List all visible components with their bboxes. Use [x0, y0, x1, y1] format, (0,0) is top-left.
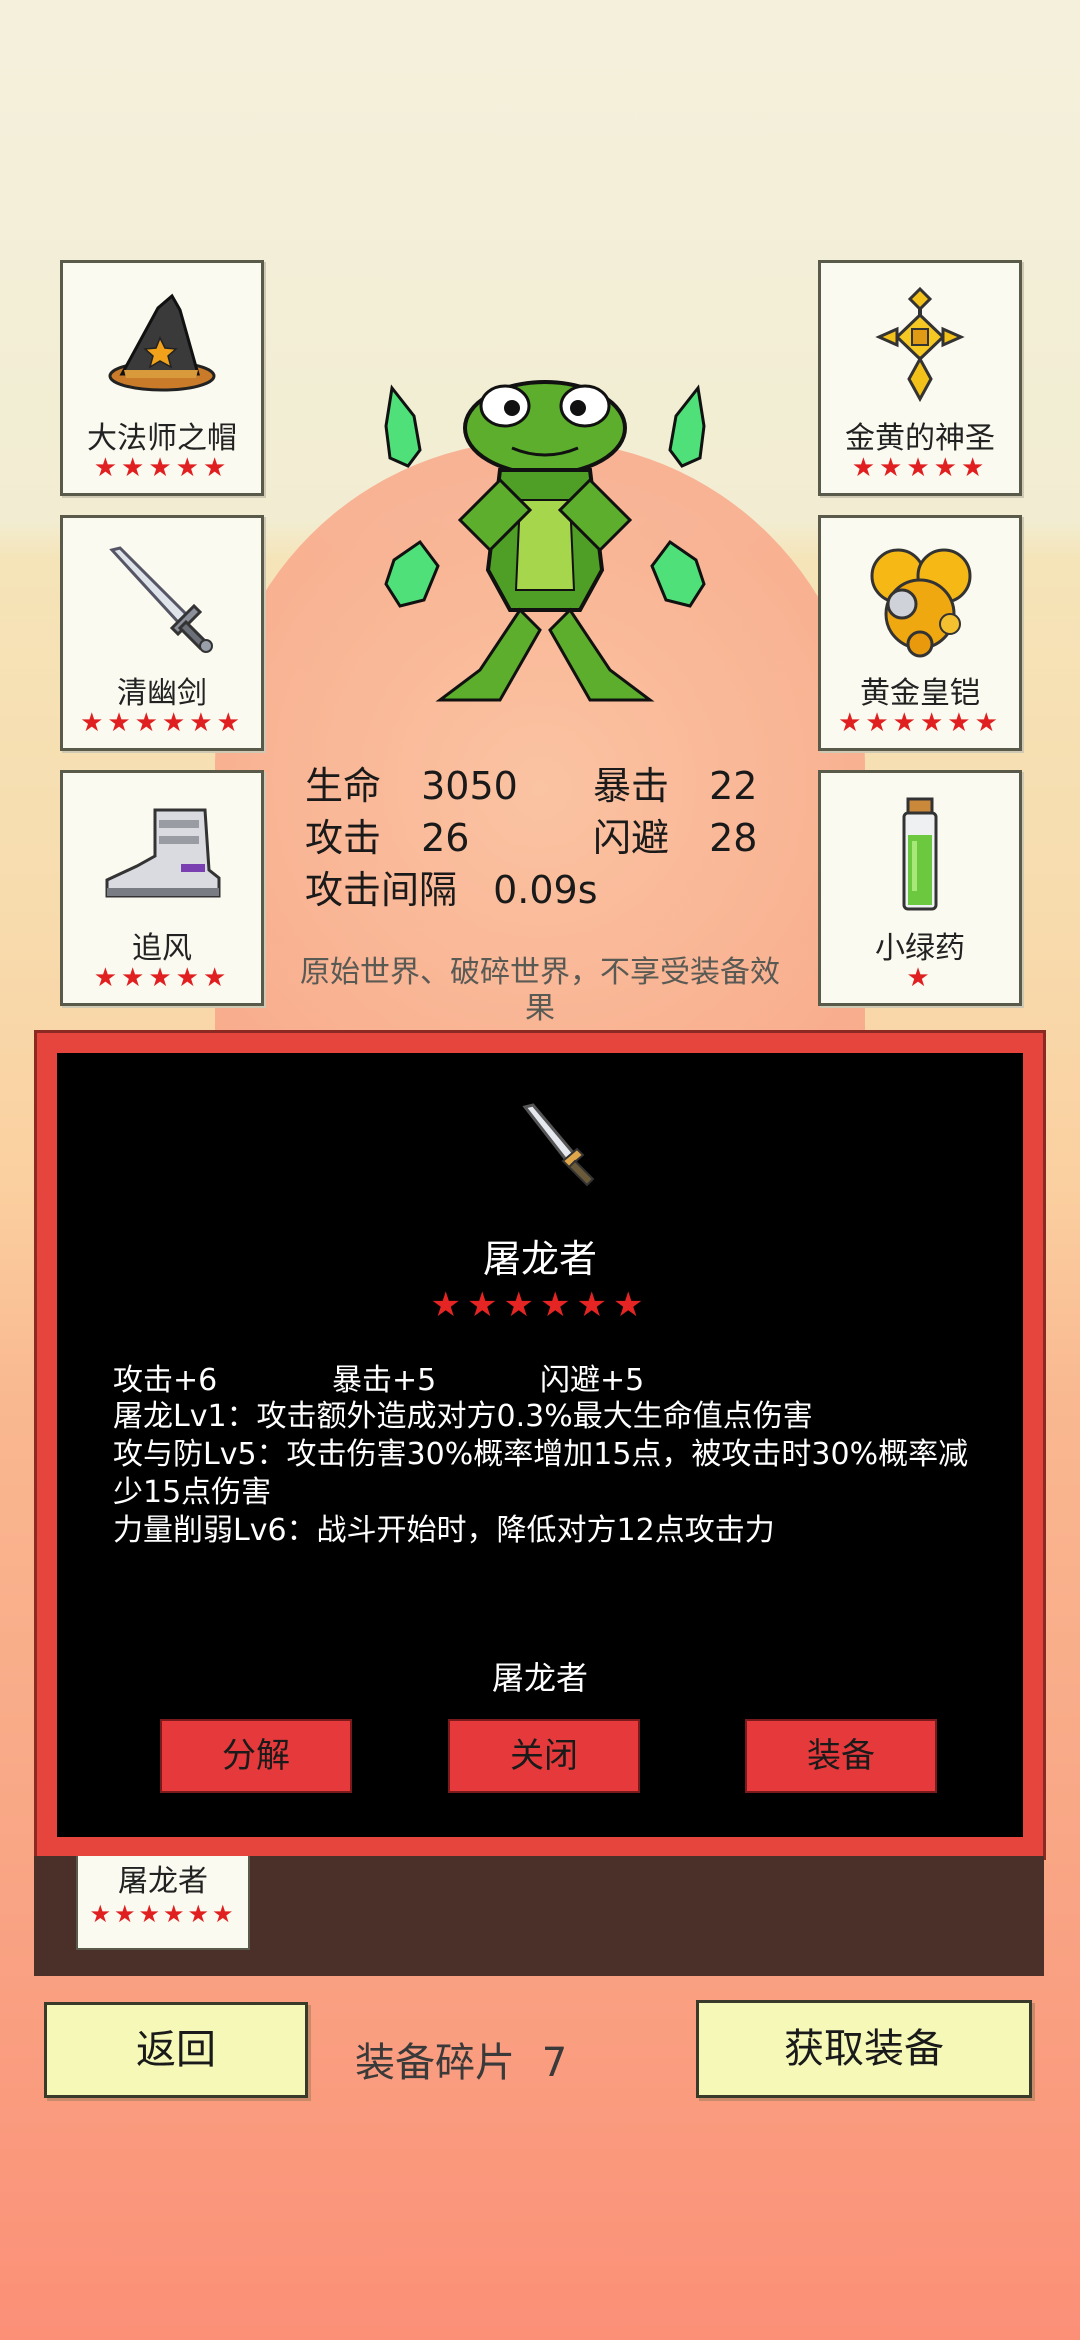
interval-stat: 攻击间隔 0.09s: [305, 859, 598, 914]
equip-name: 金黄的神圣: [845, 421, 995, 456]
equip-name: 追风: [132, 931, 192, 966]
item-detail-dialog: 屠龙者 ★★★★★★ 攻击+6 暴击+5 闪避+5 屠龙Lv1：攻击额外造成对方…: [34, 1030, 1046, 1860]
equip-slot-hat[interactable]: 大法师之帽 ★★★★★: [60, 260, 264, 496]
equip-stars: ★★★★★: [93, 453, 231, 483]
fragment-label: 装备碎片: [355, 2040, 515, 2086]
equip-name: 大法师之帽: [87, 421, 237, 456]
hero-frog-sprite: [380, 370, 710, 710]
item-subtitle: 屠龙者: [491, 1659, 588, 1697]
atk-label: 攻击: [305, 816, 382, 860]
attr-crit: 暴击+5: [332, 1363, 437, 1398]
skill-item: 力量削弱Lv6：战斗开始时，降低对方12点攻击力: [113, 1513, 775, 1548]
sword-icon: [63, 540, 261, 660]
get-equipment-label: 获取装备: [784, 2026, 944, 2072]
equip-name: 清幽剑: [117, 676, 207, 711]
equip-slot-sword[interactable]: 清幽剑 ★★★★★★: [60, 515, 264, 751]
close-button[interactable]: 关闭: [448, 1719, 640, 1793]
atk-value: 26: [421, 816, 470, 860]
crit-stat: 暴击 22: [593, 755, 757, 810]
wizard-hat-icon: [63, 285, 261, 405]
item-title: 屠龙者: [482, 1237, 597, 1281]
equip-stars: ★★★★★★: [838, 708, 1002, 738]
equip-stars: ★: [906, 963, 934, 993]
green-potion-icon: [821, 795, 1019, 915]
equip-name: 小绿药: [875, 931, 965, 966]
item-stars: ★★★★★★: [430, 1285, 650, 1325]
inventory-panel: 屠龙者 ★★★★★★: [34, 1856, 1044, 1976]
skill-item: 攻与防Lv5：攻击伤害30%概率增加15点，被攻击时30%概率减少15点伤害: [113, 1437, 969, 1510]
skill-item: 屠龙Lv1：攻击额外造成对方0.3%最大生命值点伤害: [113, 1399, 813, 1434]
hp-value: 3050: [421, 764, 518, 808]
skill-list: 屠龙Lv1：攻击额外造成对方0.3%最大生命值点伤害 攻与防Lv5：攻击伤害30…: [113, 1398, 993, 1550]
get-equipment-button[interactable]: 获取装备: [696, 2000, 1032, 2098]
fragment-value: 7: [541, 2040, 568, 2086]
gold-armor-icon: [821, 540, 1019, 660]
equip-button[interactable]: 装备: [745, 1719, 937, 1793]
fragment-count: 装备碎片 7: [355, 2030, 567, 2088]
interval-value: 0.09s: [493, 868, 598, 912]
attr-attack: 攻击+6: [113, 1363, 218, 1398]
boot-icon: [63, 795, 261, 915]
crit-label: 暴击: [593, 764, 670, 808]
interval-label: 攻击间隔: [305, 868, 458, 912]
back-label: 返回: [136, 2027, 216, 2073]
hp-stat: 生命 3050: [305, 755, 518, 810]
decompose-button[interactable]: 分解: [160, 1719, 352, 1793]
equip-slot-armor[interactable]: 黄金皇铠 ★★★★★★: [818, 515, 1022, 751]
dialog-body: 屠龙者 ★★★★★★ 攻击+6 暴击+5 闪避+5 屠龙Lv1：攻击额外造成对方…: [57, 1053, 1023, 1837]
crit-value: 22: [709, 764, 758, 808]
inventory-item-stars: ★★★★★★: [89, 1900, 237, 1928]
equip-name: 黄金皇铠: [860, 676, 980, 711]
attr-dodge: 闪避+5: [540, 1363, 645, 1398]
dagger-icon: [517, 1099, 607, 1189]
dodge-value: 28: [709, 816, 758, 860]
back-button[interactable]: 返回: [44, 2002, 308, 2098]
equip-stars: ★★★★★: [851, 453, 989, 483]
equip-slot-amulet[interactable]: 金黄的神圣 ★★★★★: [818, 260, 1022, 496]
inventory-item[interactable]: 屠龙者 ★★★★★★: [76, 1856, 250, 1950]
hp-label: 生命: [305, 764, 382, 808]
equip-stars: ★★★★★: [93, 963, 231, 993]
equip-slot-boots[interactable]: 追风 ★★★★★: [60, 770, 264, 1006]
inventory-item-name: 屠龙者: [118, 1864, 208, 1899]
equip-stars: ★★★★★★: [80, 708, 244, 738]
world-effect-note: 原始世界、破碎世界，不享受装备效果: [300, 955, 780, 1026]
dodge-stat: 闪避 28: [593, 807, 757, 862]
holy-amulet-icon: [821, 285, 1019, 405]
equip-slot-potion[interactable]: 小绿药 ★: [818, 770, 1022, 1006]
dodge-label: 闪避: [593, 816, 670, 860]
atk-stat: 攻击 26: [305, 807, 469, 862]
